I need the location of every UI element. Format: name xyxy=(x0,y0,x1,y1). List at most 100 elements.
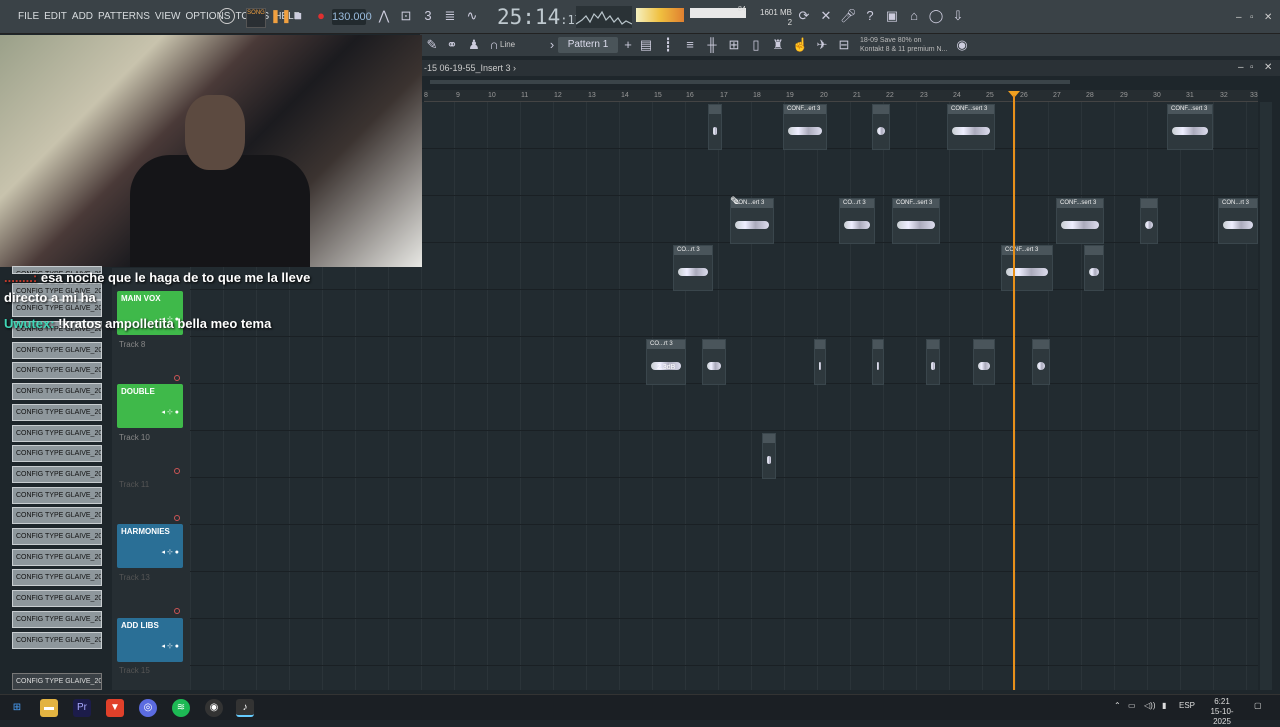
audio-clip[interactable]: CONF...sert 3 xyxy=(947,104,995,150)
audio-clip[interactable] xyxy=(1032,339,1050,385)
playlist-lane[interactable] xyxy=(190,384,1258,431)
playlist-lane[interactable] xyxy=(190,478,1258,525)
audio-clip[interactable] xyxy=(702,339,726,385)
audio-clip[interactable]: CO...rt 3 xyxy=(673,245,713,291)
metronome-icon[interactable]: ⋀ xyxy=(376,8,392,24)
audio-clip[interactable] xyxy=(1084,245,1104,291)
tools-icon[interactable]: ✕ xyxy=(818,8,834,24)
mixer-icon[interactable]: ╫ xyxy=(704,37,720,53)
obs-icon[interactable]: ◉ xyxy=(205,699,223,717)
menu-patterns[interactable]: PATTERNS xyxy=(98,11,150,22)
add-pattern-icon[interactable]: + xyxy=(620,37,636,53)
audio-clip[interactable]: CONF...sert 3 xyxy=(1167,104,1213,150)
plugin-icon[interactable]: ⌂ xyxy=(906,8,922,24)
audio-clip[interactable] xyxy=(973,339,995,385)
audio-clip[interactable] xyxy=(814,339,826,385)
pattern-item-selected[interactable]: CONFIG TYPE GLAIVE_202... xyxy=(12,673,102,690)
pattern-item[interactable]: CONFIG TYPE GLAIVE_202... xyxy=(12,383,102,400)
pattern-item[interactable]: CONFIG TYPE GLAIVE_202... xyxy=(12,342,102,359)
playlist-minimize-icon[interactable]: – xyxy=(1238,62,1244,73)
playlist-maximize-icon[interactable]: ▫ xyxy=(1250,62,1254,73)
cart-icon[interactable]: ⊟ xyxy=(836,37,852,53)
timeline-ruler[interactable]: 8 9 10 11 12 13 14 15 16 17 18 19 20 21 … xyxy=(424,90,1258,102)
loop-record-icon[interactable]: ∿ xyxy=(464,8,480,24)
menu-edit[interactable]: EDIT xyxy=(44,11,67,22)
pattern-item[interactable]: CONFIG TYPE GLAIVE_202... xyxy=(12,487,102,504)
pattern-item[interactable]: CONFIG TYPE GLAIVE_202... xyxy=(12,507,102,524)
volume-icon[interactable]: ◁)) xyxy=(1144,701,1155,710)
track-double[interactable]: DOUBLE ◂ ⊹ ● xyxy=(117,384,183,428)
globe-icon[interactable]: ◉ xyxy=(954,37,970,53)
pattern-item[interactable]: CONFIG TYPE GLAIVE_202... xyxy=(12,569,102,586)
playlist-icon[interactable]: ▤ xyxy=(638,37,654,53)
pattern-song-toggle[interactable]: SONG xyxy=(246,8,266,28)
audio-clip[interactable] xyxy=(1140,198,1158,244)
playlist-lane[interactable] xyxy=(190,290,1258,337)
channel-rack-icon[interactable]: ≡ xyxy=(682,37,698,53)
playlist-lane[interactable] xyxy=(190,431,1258,478)
mic-tray-icon[interactable]: ▮ xyxy=(1162,701,1166,710)
download-icon[interactable]: ⇩ xyxy=(950,8,966,24)
record-arm-icon[interactable] xyxy=(174,375,180,381)
track-controls-icon[interactable]: ◂ ⊹ ● xyxy=(162,548,180,556)
megaphone-icon[interactable]: ✈ xyxy=(814,37,830,53)
menu-file[interactable]: FILE xyxy=(18,11,39,22)
notifications-icon[interactable]: ▢ xyxy=(1254,701,1262,710)
track-controls-icon[interactable]: ◂ ⊹ ● xyxy=(162,408,180,416)
file-explorer-icon[interactable]: ▬ xyxy=(40,699,58,717)
pattern-item[interactable]: CONFIG TYPE GLAIVE_202... xyxy=(12,632,102,649)
help-icon[interactable]: ? xyxy=(862,8,878,24)
pattern-item[interactable]: CONFIG TYPE GLAIVE_202... xyxy=(12,590,102,607)
stamp-icon[interactable]: ♟ xyxy=(466,37,482,53)
countdown-icon[interactable]: 3 xyxy=(420,8,436,24)
vertical-scrollbar[interactable] xyxy=(1260,102,1272,690)
piano-roll-icon[interactable]: ┋ xyxy=(660,37,676,53)
audio-clip[interactable]: CONF...sert 3 xyxy=(892,198,940,244)
maximize-icon[interactable]: ▫ xyxy=(1250,12,1254,23)
playlist-close-icon[interactable]: ✕ xyxy=(1264,62,1272,73)
network-icon[interactable]: ▭ xyxy=(1128,701,1136,710)
audio-clip[interactable] xyxy=(872,104,890,150)
link-icon[interactable]: ⚭ xyxy=(444,37,460,53)
audio-clip[interactable]: CO...rt 3 2.3dB xyxy=(646,339,686,385)
microphone-icon[interactable]: 🎤︎ xyxy=(840,8,857,24)
playlist-lane[interactable] xyxy=(190,619,1258,666)
pattern-item[interactable]: CONFIG TYPE GLAIVE_202... xyxy=(12,611,102,628)
save-icon[interactable]: ▣ xyxy=(884,8,900,24)
browser-icon[interactable]: ⊞ xyxy=(726,37,742,53)
pattern-item[interactable]: CONFIG TYPE GLAIVE_202... xyxy=(12,466,102,483)
track-add-libs[interactable]: ADD LIBS ◂ ⊹ ● xyxy=(117,618,183,662)
record-icon[interactable]: ● xyxy=(313,8,329,24)
playhead[interactable] xyxy=(1013,95,1015,690)
spotify-icon[interactable]: ≋ xyxy=(172,699,190,717)
pattern-item[interactable]: CONFIG TYPE GLAIVE_202... xyxy=(12,445,102,462)
language-indicator[interactable]: ESP xyxy=(1179,701,1195,710)
news-hint[interactable]: 18-09 Save 80% on Kontakt 8 & 11 premium … xyxy=(860,36,947,54)
record-mode-icon[interactable] xyxy=(219,8,235,24)
playlist-scrollbar[interactable] xyxy=(430,80,1070,84)
close-icon[interactable]: ✕ xyxy=(1264,12,1272,23)
fl-studio-icon[interactable]: ♪ xyxy=(236,699,254,717)
audio-clip[interactable]: CONF...sert 3 xyxy=(1056,198,1104,244)
system-clock[interactable]: 6:21 15-10-2025 xyxy=(1202,697,1242,727)
windows-start-icon[interactable]: ⊞ xyxy=(8,699,26,717)
audio-clip[interactable] xyxy=(872,339,884,385)
menu-add[interactable]: ADD xyxy=(72,11,93,22)
step-icon[interactable]: ≣ xyxy=(442,8,458,24)
playlist-lane[interactable] xyxy=(190,572,1258,619)
pattern-item[interactable]: CONFIG TYPE GLAIVE_202... xyxy=(12,404,102,421)
pattern-item[interactable]: CONFIG TYPE GLAIVE_202... xyxy=(12,528,102,545)
audio-clip[interactable]: CONF...ert 3 xyxy=(1001,245,1053,291)
file-icon[interactable]: ▯ xyxy=(748,37,764,53)
audio-clip[interactable]: CO...rt 3 xyxy=(839,198,875,244)
tempo-display[interactable]: 130.000 xyxy=(332,9,372,25)
premiere-icon[interactable]: Pr xyxy=(73,699,91,717)
wait-icon[interactable]: ⊡ xyxy=(398,8,414,24)
plugin-picker-icon[interactable]: ♜ xyxy=(770,37,786,53)
pattern-item[interactable]: CONFIG TYPE GLAIVE_202... xyxy=(12,425,102,442)
undo-history-icon[interactable]: ⟳ xyxy=(796,8,812,24)
pattern-selector[interactable]: Pattern 1 xyxy=(558,37,618,53)
record-arm-icon[interactable] xyxy=(174,608,180,614)
track-controls-icon[interactable]: ◂ ⊹ ● xyxy=(162,642,180,650)
audio-clip[interactable] xyxy=(708,104,722,150)
